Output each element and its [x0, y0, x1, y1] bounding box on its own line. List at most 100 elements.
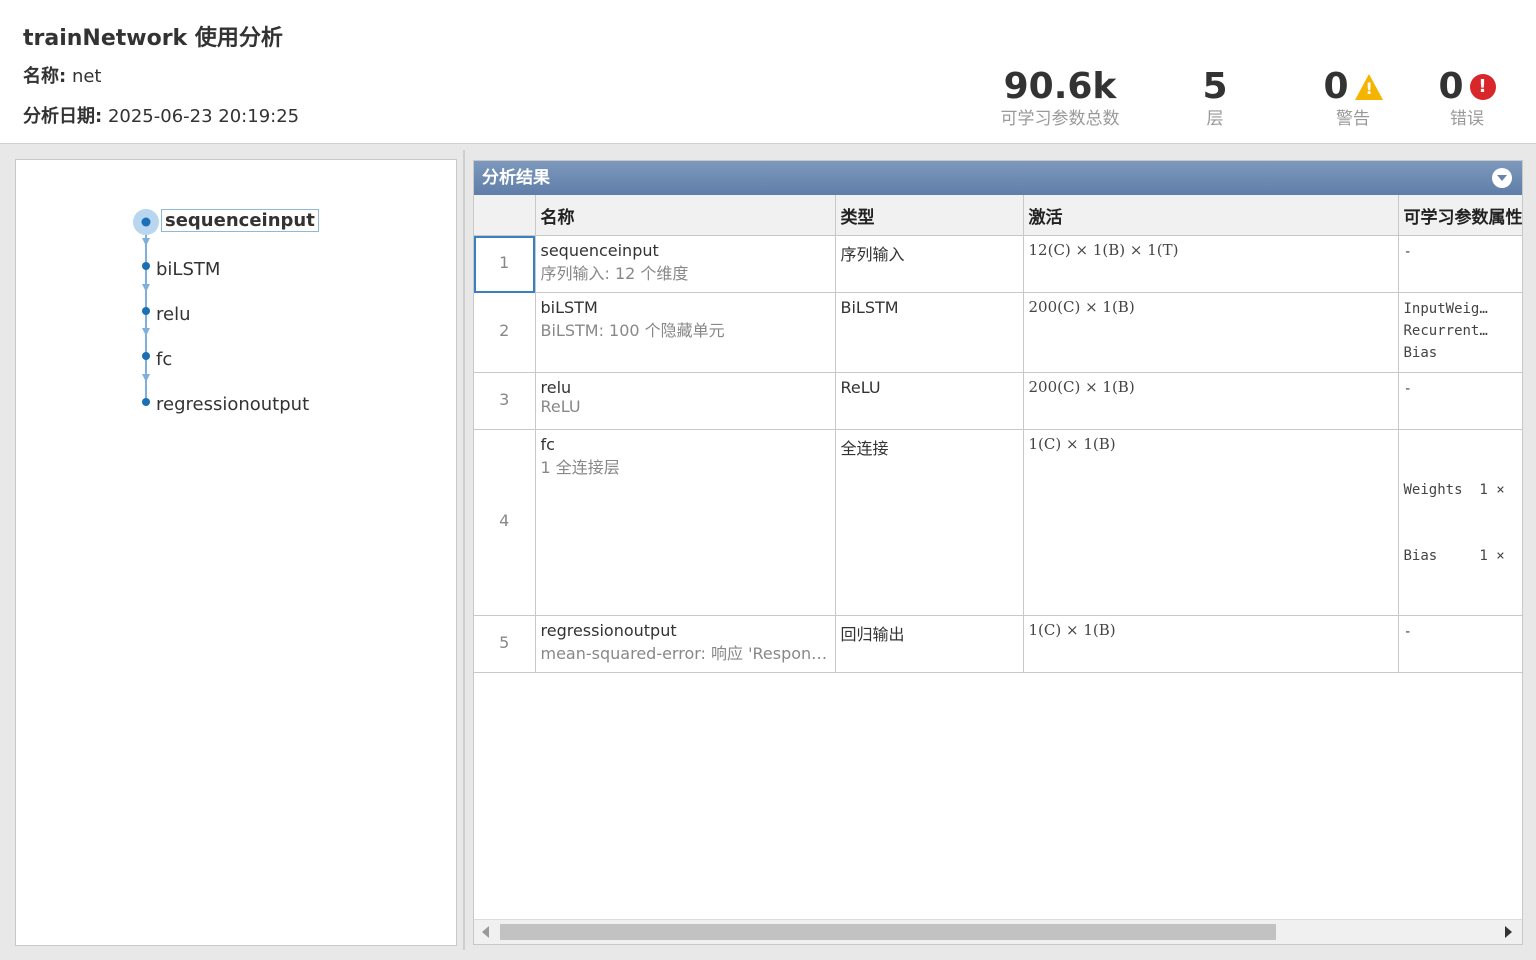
- layer-type[interactable]: BiLSTM: [835, 292, 1024, 373]
- graph-node-bilstm[interactable]: [142, 262, 150, 270]
- edge-arrow-icon: [142, 284, 150, 292]
- learnable-item: Bias: [1403, 345, 1438, 361]
- table-row[interactable]: 5 regressionoutput mean-squared-error: 响应…: [474, 615, 1522, 673]
- layer-activation[interactable]: 1(C) × 1(B): [1023, 429, 1399, 616]
- scroll-left-icon[interactable]: [482, 926, 489, 938]
- row-index[interactable]: 4: [474, 429, 536, 616]
- results-header: 分析结果: [474, 161, 1522, 195]
- column-header-name[interactable]: 名称: [535, 195, 836, 236]
- column-header-activation[interactable]: 激活: [1023, 195, 1399, 236]
- learnable-item: Bias 1 ×: [1403, 548, 1505, 564]
- edge-arrow-icon: [142, 374, 150, 382]
- layer-activation[interactable]: 200(C) × 1(B): [1023, 292, 1399, 373]
- learnable-item: -: [1403, 244, 1412, 260]
- column-header-type[interactable]: 类型: [835, 195, 1024, 236]
- layer-description: mean-squared-error: 响应 'Respon…: [540, 644, 828, 663]
- errors-count: 0: [1438, 66, 1464, 107]
- warnings-count: 0: [1323, 66, 1349, 107]
- layer-activation[interactable]: 12(C) × 1(B) × 1(T): [1023, 235, 1399, 293]
- table-row[interactable]: 2 biLSTM BiLSTM: 100 个隐藏单元 BiLSTM 200(C) …: [474, 292, 1522, 373]
- node-label-sequenceinput[interactable]: sequenceinput: [161, 209, 319, 232]
- analysis-header: trainNetwork 使用分析 名称: net 分析日期: 2025-06-…: [0, 0, 1536, 144]
- layer-name: sequenceinput: [540, 241, 659, 260]
- table-row[interactable]: 4 fc 1 全连接层 全连接 1(C) × 1(B) Weights 1 × B…: [474, 429, 1522, 616]
- layers-stat: 5 层: [1185, 66, 1245, 130]
- layer-learnables[interactable]: -: [1398, 372, 1522, 430]
- name-value: net: [71, 66, 102, 87]
- graph-node-sequenceinput[interactable]: [141, 217, 151, 227]
- layer-activation[interactable]: 1(C) × 1(B): [1023, 615, 1399, 673]
- node-label-regressionoutput[interactable]: regressionoutput: [156, 394, 309, 415]
- layer-name: fc: [540, 435, 555, 454]
- errors-stat[interactable]: 0! 错误: [1427, 66, 1507, 130]
- layer-type[interactable]: 序列输入: [835, 235, 1024, 293]
- row-index[interactable]: 3: [474, 372, 536, 430]
- analysis-results-panel: 分析结果 名称 类型 激活 可学习参数属性 1 sequenceinput 序列输…: [473, 160, 1523, 945]
- edge-arrow-icon: [142, 328, 150, 336]
- layer-description: 1 全连接层: [540, 458, 620, 477]
- warnings-label: 警告: [1336, 109, 1370, 129]
- layer-description: BiLSTM: 100 个隐藏单元: [540, 321, 725, 340]
- date-value: 2025-06-23 20:19:25: [107, 106, 300, 127]
- layer-type[interactable]: 回归输出: [835, 615, 1024, 673]
- panel-splitter[interactable]: [463, 150, 465, 950]
- layer-type[interactable]: ReLU: [835, 372, 1024, 430]
- layer-learnables[interactable]: -: [1398, 615, 1522, 673]
- row-index[interactable]: 2: [474, 292, 536, 373]
- table-header-row: 名称 类型 激活 可学习参数属性: [474, 195, 1522, 236]
- learnable-item: -: [1403, 381, 1412, 397]
- layer-name-cell[interactable]: regressionoutput mean-squared-error: 响应 '…: [535, 615, 836, 673]
- date-label: 分析日期:: [23, 106, 103, 127]
- layer-name-cell[interactable]: sequenceinput 序列输入: 12 个维度: [535, 235, 836, 293]
- column-header-index[interactable]: [474, 195, 536, 236]
- layer-name-cell[interactable]: relu ReLU: [535, 372, 836, 430]
- warnings-stat[interactable]: 0 警告: [1313, 66, 1393, 130]
- warning-icon: [1354, 74, 1383, 100]
- params-label: 可学习参数总数: [1000, 109, 1120, 129]
- layer-name: regressionoutput: [540, 621, 677, 640]
- graph-node-relu[interactable]: [142, 307, 150, 315]
- results-table: 名称 类型 激活 可学习参数属性 1 sequenceinput 序列输入: 12…: [474, 195, 1522, 673]
- analysis-date: 分析日期: 2025-06-23 20:19:25: [23, 102, 299, 128]
- scroll-right-icon[interactable]: [1505, 926, 1512, 938]
- layer-type[interactable]: 全连接: [835, 429, 1024, 616]
- graph-node-regressionoutput[interactable]: [142, 398, 150, 406]
- row-index[interactable]: 5: [474, 615, 536, 673]
- layer-learnables[interactable]: InputWeig… Recurrent… Bias: [1398, 292, 1522, 373]
- layer-name-cell[interactable]: fc 1 全连接层: [535, 429, 836, 616]
- layer-description: 序列输入: 12 个维度: [540, 264, 689, 283]
- node-label-relu[interactable]: relu: [156, 304, 191, 325]
- layer-activation[interactable]: 200(C) × 1(B): [1023, 372, 1399, 430]
- layer-learnables[interactable]: Weights 1 × Bias 1 ×: [1398, 429, 1522, 616]
- learnable-item: InputWeig…: [1403, 301, 1488, 317]
- layer-name-cell[interactable]: biLSTM BiLSTM: 100 个隐藏单元: [535, 292, 836, 373]
- page-title: trainNetwork 使用分析: [23, 26, 283, 51]
- row-index[interactable]: 1: [474, 235, 536, 293]
- node-label-fc[interactable]: fc: [156, 349, 172, 370]
- layer-name: relu: [540, 378, 572, 397]
- learnable-item: -: [1403, 624, 1412, 640]
- network-name: 名称: net: [23, 62, 101, 88]
- layers-count: 5: [1202, 66, 1228, 107]
- node-label-bilstm[interactable]: biLSTM: [156, 259, 220, 280]
- graph-node-fc[interactable]: [142, 352, 150, 360]
- network-graph-panel[interactable]: sequenceinput biLSTM relu fc regressiono…: [15, 159, 457, 946]
- collapse-icon[interactable]: [1492, 168, 1512, 188]
- layer-name: biLSTM: [540, 298, 598, 317]
- scrollbar-thumb[interactable]: [500, 924, 1276, 940]
- layers-label: 层: [1206, 109, 1224, 129]
- learnable-item: Recurrent…: [1403, 323, 1488, 339]
- network-graph[interactable]: [16, 160, 456, 460]
- layer-learnables[interactable]: -: [1398, 235, 1522, 293]
- errors-label: 错误: [1450, 109, 1484, 129]
- horizontal-scrollbar[interactable]: [474, 919, 1522, 944]
- table-row[interactable]: 1 sequenceinput 序列输入: 12 个维度 序列输入 12(C) ×…: [474, 235, 1522, 293]
- layer-description: ReLU: [540, 397, 581, 416]
- column-header-learnables[interactable]: 可学习参数属性: [1398, 195, 1522, 236]
- params-stat: 90.6k 可学习参数总数: [995, 66, 1125, 130]
- edge-arrow-icon: [142, 238, 150, 246]
- name-label: 名称:: [23, 66, 67, 87]
- table-row[interactable]: 3 relu ReLU ReLU 200(C) × 1(B) -: [474, 372, 1522, 430]
- learnable-item: Weights 1 ×: [1403, 482, 1505, 498]
- error-icon: !: [1469, 74, 1496, 100]
